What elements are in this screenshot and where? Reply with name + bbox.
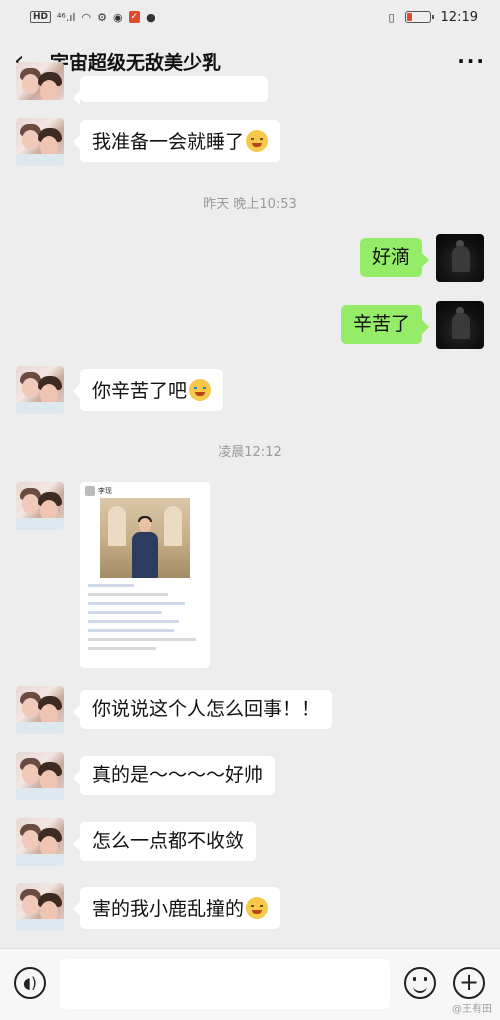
battery-icon — [404, 11, 434, 23]
contact-avatar[interactable] — [16, 118, 64, 166]
contact-avatar[interactable] — [16, 883, 64, 931]
message-bubble-sent[interactable]: 好滴 — [359, 238, 430, 277]
input-bar: ◖) + — [0, 948, 500, 1020]
contact-avatar[interactable] — [16, 752, 64, 800]
contact-avatar[interactable] — [16, 482, 64, 530]
card-author: 李现 — [98, 487, 112, 495]
message-bubble[interactable]: 怎么一点都不收敛 — [72, 822, 257, 861]
blush-emoji — [246, 897, 269, 919]
message-bubble[interactable]: 真的是～～～～好帅 — [72, 756, 276, 795]
clock: 12:19 — [440, 9, 478, 25]
chat-icon: ● — [146, 10, 156, 24]
wifi-icon: ◠ — [81, 10, 92, 24]
vibrate-icon: ▯ — [388, 10, 395, 24]
crying-emoji — [189, 379, 212, 401]
signal-icon: ⁴⁶.ıl — [57, 10, 76, 24]
watermark: @王有田 — [452, 1004, 492, 1015]
my-avatar[interactable] — [436, 234, 484, 282]
timestamp: 昨天 晚上10:53 — [203, 197, 297, 212]
message-text: 你辛苦了吧 — [92, 380, 188, 402]
hd-icon: HD — [30, 11, 52, 23]
card-photo — [100, 498, 190, 578]
more-button[interactable]: ··· — [457, 49, 486, 73]
app-notification-icon: ✓ — [128, 11, 141, 23]
message-text: 我准备一会就睡了 — [92, 131, 245, 153]
voice-icon[interactable]: ◖) — [14, 967, 46, 999]
message-bubble[interactable]: 你辛苦了吧 — [72, 369, 224, 411]
message-input[interactable] — [60, 959, 390, 1009]
contact-avatar[interactable] — [16, 818, 64, 866]
status-bar: HD ⁴⁶.ıl ◠ ⚙ ◉ ✓ ● ▯ 12:19 — [0, 0, 500, 34]
message-bubble[interactable]: 我准备一会就睡了 — [72, 120, 281, 162]
message-text: 害的我小鹿乱撞的 — [92, 898, 245, 920]
tears-of-joy-emoji — [246, 130, 269, 152]
emoji-icon[interactable] — [404, 967, 436, 999]
card-header: 李现 — [85, 486, 112, 496]
contact-avatar[interactable] — [16, 62, 64, 100]
message-bubble[interactable]: 你说说这个人怎么回事！！ — [72, 690, 333, 729]
contact-avatar[interactable] — [16, 366, 64, 414]
message-bubble[interactable]: 害的我小鹿乱撞的 — [72, 887, 281, 929]
contact-avatar[interactable] — [16, 686, 64, 734]
card-avatar — [85, 486, 95, 496]
image-message[interactable]: 李现 — [80, 482, 210, 668]
card-text-lines — [88, 584, 202, 656]
camera-icon: ◉ — [112, 10, 123, 24]
my-avatar[interactable] — [436, 301, 484, 349]
plus-icon[interactable]: + — [453, 967, 485, 999]
message-bubble-partial[interactable] — [73, 76, 268, 105]
chat-title: 宇宙超级无敌美少乳 — [50, 51, 222, 74]
status-left-icons: HD ⁴⁶.ıl ◠ ⚙ ◉ ✓ ● — [30, 11, 156, 23]
message-bubble-sent[interactable]: 辛苦了 — [340, 305, 430, 344]
timestamp: 凌晨12:12 — [218, 445, 282, 460]
settings-icon: ⚙ — [97, 10, 107, 24]
